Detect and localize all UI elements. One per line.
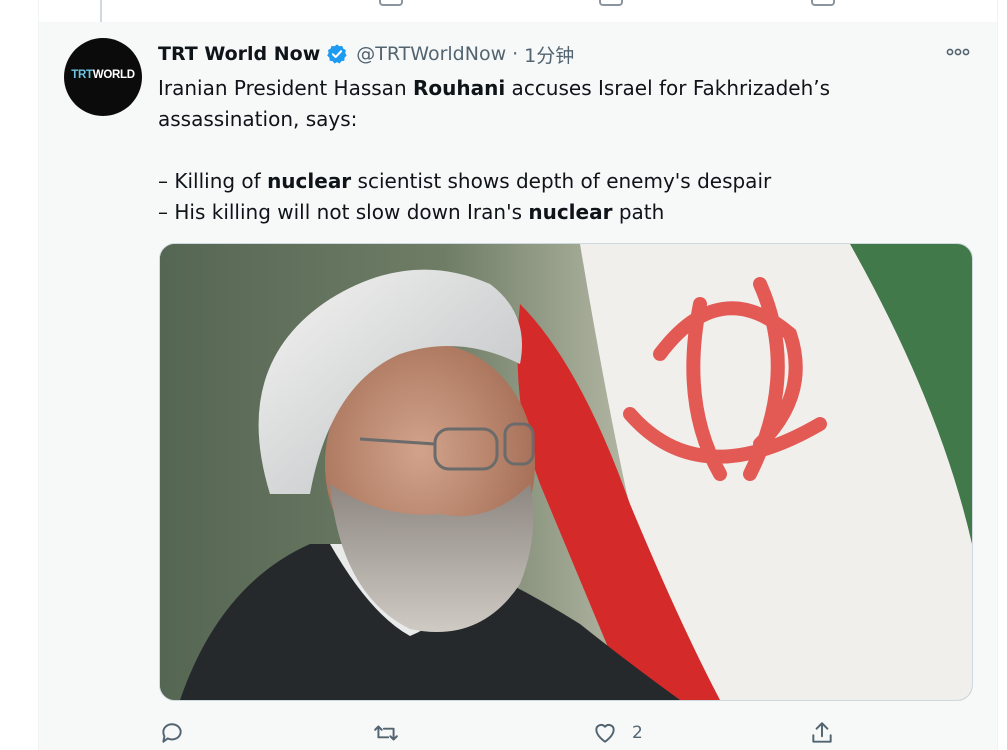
like-action[interactable]: 2 <box>592 716 643 750</box>
bold-keyword: nuclear <box>528 200 613 224</box>
tweet-text-line: assassination, says: <box>158 104 978 135</box>
display-name[interactable]: TRT World Now <box>158 43 320 65</box>
avatar[interactable]: TRTWORLD <box>64 38 142 116</box>
tweet-text-line: – His killing will not slow down Iran's … <box>158 197 978 228</box>
avatar-logo-part-a: TRT <box>71 69 93 81</box>
tweet-text: Iranian President Hassan Rouhani accuses… <box>158 73 978 228</box>
previous-share-icon[interactable] <box>811 0 835 6</box>
verified-badge-icon <box>327 44 347 64</box>
timestamp[interactable]: 1分钟 <box>524 41 574 68</box>
tweet-actions: 2 <box>159 716 859 750</box>
photo-illustration <box>160 244 972 700</box>
text-segment: assassination, says: <box>158 107 358 131</box>
reply-icon <box>162 723 182 743</box>
previous-action-icon[interactable] <box>599 0 623 6</box>
tweet-text-line: – Killing of nuclear scientist shows dep… <box>158 166 978 197</box>
text-segment: – Killing of <box>158 169 268 193</box>
previous-action-icon[interactable] <box>379 0 403 6</box>
handle[interactable]: @TRTWorldNow <box>356 43 506 65</box>
text-segment: – His killing will not slow down Iran's <box>158 200 529 224</box>
bold-keyword: nuclear <box>267 169 352 193</box>
share-action[interactable] <box>809 716 849 750</box>
separator-dot: · <box>512 43 519 65</box>
retweet-action[interactable] <box>373 716 413 750</box>
text-segment: path <box>612 200 665 224</box>
tweet-text-line: Iranian President Hassan Rouhani accuses… <box>158 73 978 104</box>
right-gutter <box>997 0 1007 750</box>
tweet-header: TRT World Now @TRTWorldNow · 1分钟 <box>158 40 574 68</box>
like-count: 2 <box>632 723 643 743</box>
text-segment: accuses Israel for Fakhrizadeh’s <box>505 76 831 100</box>
like-icon <box>595 723 615 743</box>
left-gutter <box>0 0 38 750</box>
more-icon[interactable] <box>943 42 973 62</box>
retweet-icon <box>374 725 398 741</box>
text-segment: Iranian President Hassan <box>158 76 413 100</box>
avatar-logo-part-b: WORLD <box>92 69 135 81</box>
bold-keyword: Rouhani <box>412 76 506 100</box>
tweet[interactable]: TRTWORLD TRT World Now @TRTWorldNow · 1分… <box>39 22 997 750</box>
reply-action[interactable] <box>159 716 199 750</box>
avatar-logo: TRTWORLD <box>64 69 142 81</box>
text-segment: scientist shows depth of enemy's despair <box>351 169 772 193</box>
tweet-photo[interactable] <box>159 243 973 701</box>
previous-tweet-actions <box>39 0 997 28</box>
share-icon <box>812 722 832 743</box>
